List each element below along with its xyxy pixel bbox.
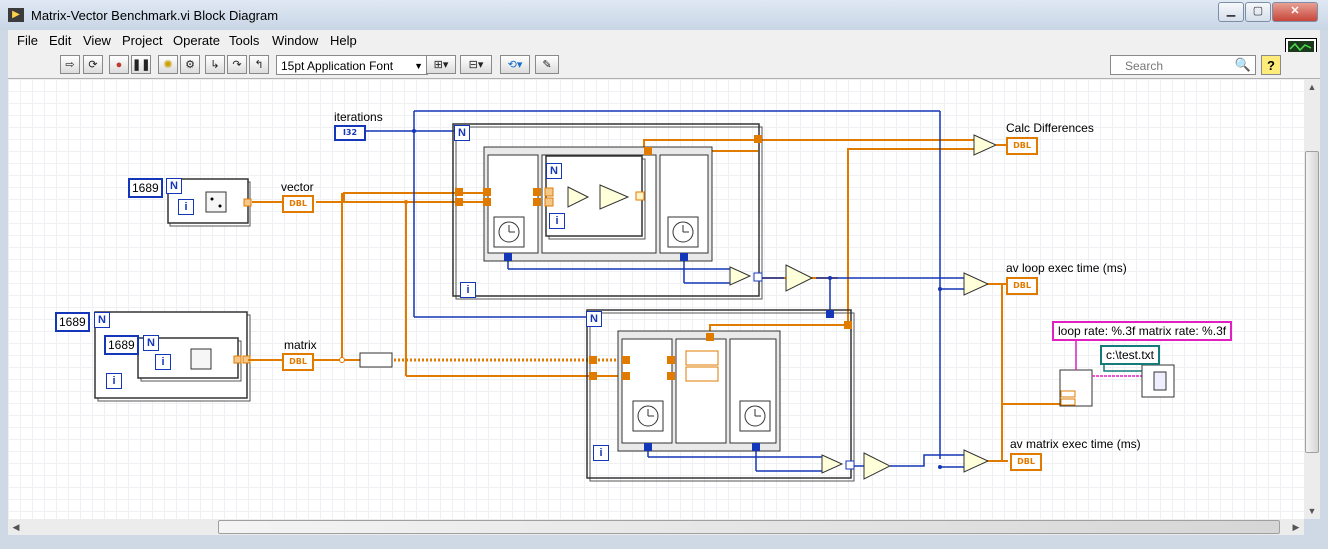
step-into-icon[interactable]: ↳ — [205, 55, 225, 74]
subtract-node-top — [729, 266, 752, 286]
menu-tools[interactable]: Tools — [229, 33, 259, 48]
bottom-loop-i-terminal: i — [593, 445, 609, 461]
scroll-left-icon[interactable]: ◀ — [8, 519, 24, 535]
inner-loop-n-terminal: N — [546, 163, 562, 179]
vertical-scroll-thumb[interactable] — [1305, 151, 1319, 453]
matrix-cols-constant[interactable]: 1689 — [104, 335, 139, 355]
matrix-multiply-node — [685, 350, 719, 366]
matrix-inner-n-terminal: N — [143, 335, 159, 351]
menu-edit[interactable]: Edit — [49, 33, 71, 48]
toolbar: ⇨ ⟳ ● ❚❚ ✺ ⚙ ↳ ↷ ↰ 15pt Application Font… — [8, 52, 1320, 79]
font-select-value: 15pt Application Font — [281, 59, 394, 73]
random-number-icon — [205, 191, 227, 213]
scroll-right-icon[interactable]: ▶ — [1288, 519, 1304, 535]
reorder-icon[interactable]: ⟲▾ — [500, 55, 530, 74]
maximize-button[interactable]: ▢ — [1245, 2, 1271, 22]
diagram-wires-and-structures — [94, 110, 1175, 482]
step-out-icon[interactable]: ↰ — [249, 55, 269, 74]
window-bottom-border — [0, 535, 1328, 549]
font-select[interactable]: 15pt Application Font ▼ — [276, 55, 428, 75]
context-help-button[interactable]: ? — [1261, 55, 1281, 75]
iterations-label: iterations — [334, 110, 383, 124]
menu-operate[interactable]: Operate — [173, 33, 220, 48]
calc-differences-indicator[interactable]: DBL — [1006, 137, 1038, 155]
divide-node-loop — [963, 272, 990, 296]
labview-app-icon: ▶ — [8, 8, 24, 22]
search-icon[interactable]: 🔍 — [1235, 55, 1251, 75]
abort-icon[interactable]: ● — [109, 55, 129, 74]
cleanup-diagram-icon[interactable]: ✎ — [535, 55, 559, 74]
bottom-loop-n-terminal: N — [586, 311, 602, 327]
vector-label: vector — [281, 180, 314, 194]
difference-node — [973, 134, 998, 156]
menu-help[interactable]: Help — [330, 33, 357, 48]
window-title: Matrix-Vector Benchmark.vi Block Diagram — [31, 8, 279, 23]
flat-sequence-bottom[interactable] — [589, 321, 892, 480]
random-number-icon-2 — [190, 348, 212, 370]
vector-indicator-terminal[interactable]: DBL — [282, 195, 314, 213]
title-bar: ▶ Matrix-Vector Benchmark.vi Block Diagr… — [0, 0, 1328, 30]
inner-loop-i-terminal: i — [549, 213, 565, 229]
highlight-execution-icon[interactable]: ✺ — [158, 55, 178, 74]
horizontal-scroll-thumb[interactable] — [218, 520, 1280, 534]
matrix-outer-n-terminal: N — [94, 312, 110, 328]
matrix-indicator-terminal[interactable]: DBL — [282, 353, 314, 371]
file-path-constant[interactable]: c:\test.txt — [1100, 345, 1161, 365]
menu-bar: File Edit View Project Operate Tools Win… — [8, 30, 1320, 52]
av-matrix-exec-time-indicator[interactable]: DBL — [1010, 453, 1042, 471]
matrix-inner-i-terminal: i — [155, 354, 171, 370]
subtract-node-bottom — [821, 454, 844, 474]
menu-view[interactable]: View — [83, 33, 111, 48]
format-string-constant[interactable]: loop rate: %.3f matrix rate: %.3f — [1052, 321, 1233, 341]
menu-file[interactable]: File — [17, 33, 38, 48]
av-loop-exec-time-indicator[interactable]: DBL — [1006, 277, 1038, 295]
flat-sequence-top[interactable] — [455, 135, 834, 318]
vector-loop-n-terminal: N — [166, 178, 182, 194]
scroll-down-icon[interactable]: ▼ — [1304, 503, 1320, 519]
divide-node-matrix — [963, 449, 990, 473]
retain-wire-values-icon[interactable]: ⚙ — [180, 55, 200, 74]
build-array-node — [359, 352, 393, 368]
horizontal-scrollbar[interactable]: ◀ ▶ — [8, 519, 1304, 535]
vector-loop-i-terminal: i — [178, 199, 194, 215]
distribute-objects-icon[interactable]: ⊟▾ — [460, 55, 492, 74]
chevron-down-icon: ▼ — [414, 61, 423, 71]
minimize-button[interactable]: ▁ — [1218, 2, 1244, 22]
loop-index-i-terminal: i — [460, 282, 476, 298]
align-objects-icon[interactable]: ⊞▾ — [426, 55, 456, 74]
menu-project[interactable]: Project — [122, 33, 162, 48]
block-diagram-canvas[interactable]: iterations I32 N i N i 1689 N i vector D… — [8, 79, 1304, 519]
sum-node-top — [785, 264, 814, 292]
menu-window[interactable]: Window — [272, 33, 318, 48]
run-arrow-icon[interactable]: ⇨ — [60, 55, 80, 74]
sum-node-bottom — [863, 452, 892, 480]
step-over-icon[interactable]: ↷ — [227, 55, 247, 74]
matrix-label: matrix — [284, 338, 317, 352]
av-loop-exec-time-label: av loop exec time (ms) — [1006, 261, 1127, 275]
pause-icon[interactable]: ❚❚ — [131, 55, 151, 74]
vertical-scrollbar[interactable]: ▲ ▼ — [1304, 79, 1320, 519]
vector-size-constant[interactable]: 1689 — [128, 178, 163, 198]
search-input[interactable]: Search 🔍 — [1110, 55, 1256, 75]
calc-differences-label: Calc Differences — [1006, 121, 1094, 135]
search-placeholder: Search — [1125, 59, 1164, 73]
av-matrix-exec-time-label: av matrix exec time (ms) — [1010, 437, 1141, 451]
matrix-outer-i-terminal: i — [106, 373, 122, 389]
loop-count-n-terminal: N — [454, 125, 470, 141]
run-continuously-icon[interactable]: ⟳ — [83, 55, 103, 74]
close-button[interactable]: ✕ — [1272, 2, 1318, 22]
iterations-control-terminal[interactable]: I32 — [334, 125, 366, 141]
scroll-up-icon[interactable]: ▲ — [1304, 79, 1320, 95]
matrix-rows-constant[interactable]: 1689 — [55, 312, 90, 332]
